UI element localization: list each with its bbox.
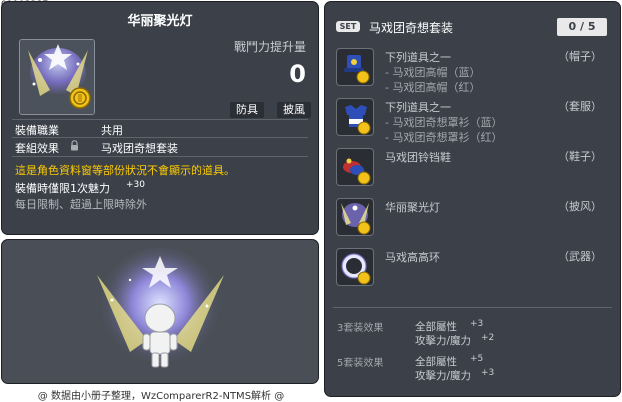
set-item-name: 华丽聚光灯 (385, 201, 440, 214)
warning-text: 這是角色資料窗等部份狀況不會顯示的道具。 (15, 164, 235, 177)
bonus-3-value: +3 (470, 319, 484, 329)
set-effect-value: 马戏团奇想套装 (101, 142, 178, 155)
tag-cape: 披風 (277, 102, 311, 118)
charm-label: 裝備時僅限1次魅力 (15, 182, 110, 195)
set-badge: SET (336, 21, 360, 32)
set-item-name: 马戏高高环 (385, 251, 440, 264)
character-preview-panel (1, 239, 319, 384)
combat-power-value: 0 (289, 60, 306, 88)
job-label: 裝備職業 (15, 124, 59, 137)
spotlight-cape-icon (341, 203, 371, 235)
circus-overall-icon (345, 105, 371, 135)
divider (12, 119, 308, 120)
set-item-option: - 马戏团高帽（红） (385, 81, 481, 94)
divider (12, 137, 308, 138)
charm-value: +30 (126, 180, 145, 190)
slot-frame (336, 48, 374, 86)
bonus-3-value: +2 (481, 333, 495, 343)
combat-power-label: 戰鬥力提升量 (233, 40, 306, 54)
set-effect-label: 套組效果 (15, 142, 59, 155)
set-item-option: - 马戏团奇想罩衫（红） (385, 131, 503, 144)
set-item-option: - 马戏团高帽（蓝） (385, 66, 481, 79)
limit-text: 每日限制、超過上限時除外 (15, 198, 147, 211)
character-preview (97, 248, 224, 372)
circus-ring-icon (341, 253, 371, 285)
bonus-5-value: +5 (470, 354, 484, 364)
set-item-category: （披风） (558, 200, 602, 213)
bonus-5-stat: 攻擊力/魔力 (415, 370, 472, 382)
divider (12, 156, 308, 157)
bell-shoes-icon (343, 158, 371, 185)
set-item-category: （武器） (558, 250, 602, 263)
set-count: 0 / 5 (557, 18, 607, 36)
slot-frame (336, 248, 374, 286)
footer-credit: @ 数据由小册子整理，WzComparerR2-NTMS解析 @ (37, 391, 285, 402)
set-item-category: （帽子） (558, 50, 602, 63)
bonus-5-value: +3 (481, 368, 495, 378)
circus-hat-icon (344, 55, 370, 84)
set-item-category: （套服） (558, 100, 602, 113)
coin-icon (69, 87, 91, 109)
bonus-5-label: 5套装效果 (337, 358, 384, 369)
tag-armor: 防具 (230, 102, 264, 118)
bonus-5-stat: 全部屬性 (415, 356, 457, 368)
lock-icon (71, 140, 78, 151)
item-icon-frame (19, 39, 95, 115)
slot-frame (336, 148, 374, 186)
bonus-3-label: 3套装效果 (337, 323, 384, 334)
item-tooltip-panel: 华丽聚光灯 戰鬥力提升量 0 防具 披風 裝備職業 共用 套組效果 马戏团奇想套… (1, 1, 319, 235)
set-item-name: 下列道具之一 (385, 51, 451, 64)
set-item-name: 马戏团铃铛鞋 (385, 151, 451, 164)
set-item-option: - 马戏团奇想罩衫（蓝） (385, 116, 503, 129)
bonus-3-stat: 攻擊力/魔力 (415, 335, 472, 347)
set-item-name: 下列道具之一 (385, 101, 451, 114)
set-name: 马戏团奇想套装 (369, 21, 454, 35)
slot-frame (336, 98, 374, 136)
job-value: 共用 (101, 124, 123, 137)
bonus-3-stat: 全部屬性 (415, 321, 457, 333)
set-info-panel: SET 马戏团奇想套装 0 / 5 下列道具之一 - 马戏团高帽（蓝） - 马戏… (324, 1, 621, 397)
item-title: 华丽聚光灯 (127, 14, 193, 29)
divider (333, 307, 612, 308)
slot-frame (336, 198, 374, 236)
set-item-category: （鞋子） (558, 150, 602, 163)
